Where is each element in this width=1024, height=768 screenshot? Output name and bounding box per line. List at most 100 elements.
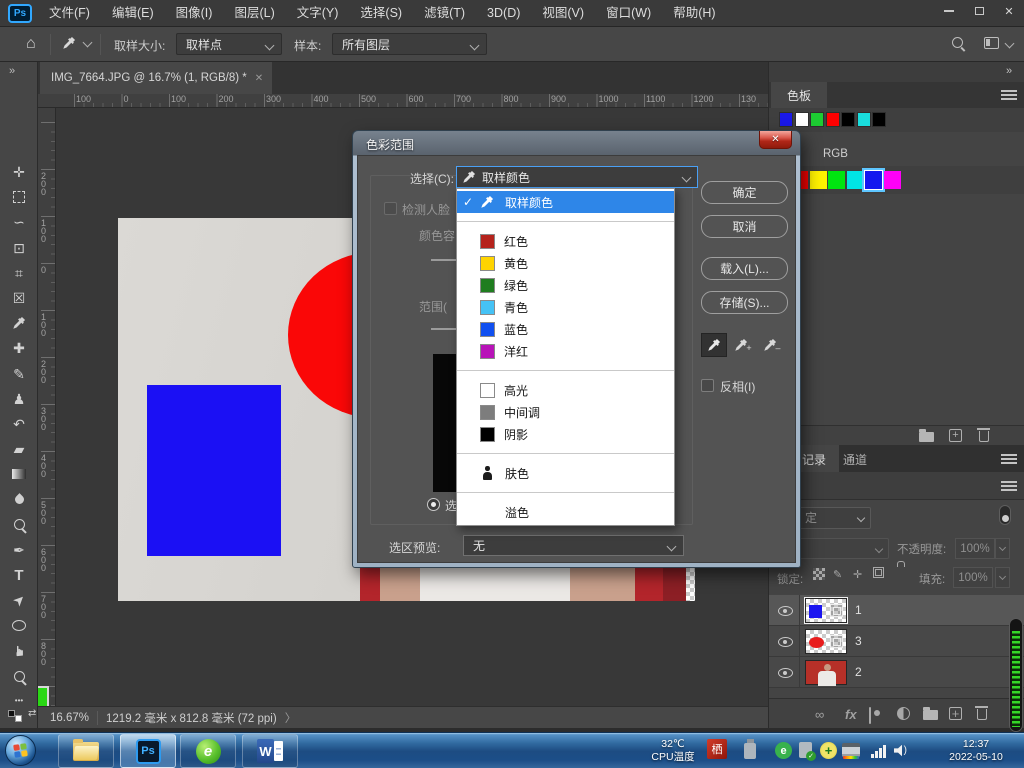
new-group-icon[interactable] (919, 432, 934, 442)
sample-select[interactable]: 所有图层 (332, 33, 487, 55)
brush-tool[interactable]: ✎ (0, 362, 38, 386)
delete-layer-icon[interactable] (977, 709, 987, 720)
lock-position-icon[interactable]: ✛ (853, 568, 862, 581)
color-range-option-青色[interactable]: 青色 (457, 296, 674, 318)
delete-icon[interactable] (979, 431, 989, 442)
layer-effects-icon[interactable]: fx (845, 707, 857, 722)
load-button[interactable]: 载入(L)... (701, 257, 788, 280)
menu-编辑(E)[interactable]: 编辑(E) (101, 0, 165, 27)
adjustment-layer-icon[interactable] (897, 707, 910, 720)
save-button[interactable]: 存储(S)... (701, 291, 788, 314)
layer-thumbnail[interactable] (805, 629, 847, 654)
swatch[interactable] (872, 112, 886, 127)
history-tab-label[interactable]: 记录 (802, 451, 826, 468)
clock[interactable]: 12:37 2022-05-10 (934, 738, 1018, 764)
minimize-button[interactable] (934, 0, 964, 22)
swatch[interactable] (857, 112, 871, 127)
frame-tool[interactable]: ☒ (0, 286, 38, 310)
usb-tray-icon[interactable] (744, 743, 756, 759)
printer-tray-icon[interactable] (842, 743, 860, 757)
menu-图层(L)[interactable]: 图层(L) (223, 0, 285, 27)
zoom-tool[interactable] (0, 664, 38, 688)
menu-3D(D)[interactable]: 3D(D) (476, 0, 531, 27)
panel-menu-icon[interactable] (1001, 90, 1017, 100)
layer-row-3[interactable]: 3 (769, 626, 1024, 657)
menu-图像(I)[interactable]: 图像(I) (165, 0, 224, 27)
type-tool[interactable]: T (0, 563, 38, 587)
eraser-tool[interactable]: ▰ (0, 437, 38, 461)
move-tool[interactable]: ✛ (0, 160, 38, 184)
tab-channels[interactable]: 通道 (843, 451, 867, 468)
zoom-level-field[interactable]: 16.67% (50, 712, 89, 724)
swatch[interactable] (847, 171, 864, 189)
start-button[interactable] (5, 735, 36, 766)
color-range-option-溢色[interactable]: 溢色 (457, 501, 674, 523)
object-selection-tool[interactable]: ⊡ (0, 236, 38, 260)
rectangular-marquee-tool[interactable] (0, 185, 38, 209)
clone-stamp-tool[interactable]: ♟ (0, 387, 38, 411)
maximize-button[interactable] (964, 0, 994, 22)
color-range-option-黄色[interactable]: 黄色 (457, 252, 674, 274)
history-brush-tool[interactable]: ↶ (0, 412, 38, 436)
layer-row-2[interactable]: 2 (769, 657, 1024, 688)
color-range-option-肤色[interactable]: 肤色 (457, 462, 674, 484)
safely-remove-tray-icon[interactable] (799, 742, 812, 758)
select-combo[interactable]: 取样颜色 (456, 166, 698, 188)
ellipse-tool[interactable] (0, 614, 38, 638)
menu-帮助(H)[interactable]: 帮助(H) (662, 0, 726, 27)
search-icon[interactable] (952, 37, 963, 48)
browser-tray-icon[interactable]: e (775, 742, 792, 759)
crop-tool[interactable]: ⌗ (0, 261, 38, 285)
volume-icon[interactable]: ) (894, 744, 907, 757)
swatch[interactable] (826, 112, 840, 127)
blur-tool[interactable] (0, 488, 38, 512)
status-chevron-icon[interactable]: 〉 (285, 710, 297, 726)
network-signal-icon[interactable] (871, 744, 889, 758)
fill-field[interactable]: 100% (953, 567, 993, 588)
swatch[interactable] (795, 112, 809, 127)
selection-preview-select[interactable]: 无 (463, 535, 684, 556)
opacity-field[interactable]: 100% (955, 538, 995, 559)
swatch[interactable] (828, 171, 845, 189)
lock-artboard-icon[interactable] (873, 567, 884, 578)
swatch[interactable] (841, 112, 855, 127)
color-range-option-蓝色[interactable]: 蓝色 (457, 318, 674, 340)
cancel-button[interactable]: 取消 (701, 215, 788, 238)
eyedropper-subtract-button[interactable]: – (759, 333, 785, 357)
taskbar-word-button[interactable]: W (242, 734, 298, 768)
color-range-option-高光[interactable]: 高光 (457, 379, 674, 401)
detect-faces-checkbox[interactable] (384, 202, 397, 215)
color-range-option-中间调[interactable]: 中间调 (457, 401, 674, 423)
link-layers-icon[interactable]: ∞ (815, 707, 824, 722)
layers-filter-select[interactable]: 定 (789, 507, 871, 529)
dodge-tool[interactable] (0, 513, 38, 537)
ok-button[interactable]: 确定 (701, 181, 788, 204)
color-range-option-取样颜色[interactable]: ✓取样颜色 (457, 191, 674, 213)
plus-tray-icon[interactable]: + (820, 742, 837, 759)
lock-pixels-icon[interactable]: ✎ (833, 568, 842, 581)
menu-视图(V)[interactable]: 视图(V) (531, 0, 595, 27)
document-tab[interactable]: IMG_7664.JPG @ 16.7% (1, RGB/8) * ✕ (40, 62, 272, 94)
visibility-eye-icon[interactable] (778, 637, 793, 647)
gradient-tool[interactable] (0, 462, 38, 486)
panel-collapse-icon[interactable]: » (1006, 65, 1012, 77)
new-swatch-icon[interactable]: + (949, 429, 962, 442)
layer-row-1[interactable]: 1 (769, 595, 1024, 626)
lock-transparency-icon[interactable] (813, 568, 825, 580)
toolbar-collapse-icon[interactable]: » (9, 65, 16, 77)
layer-mask-icon[interactable] (869, 707, 871, 724)
swatch[interactable] (810, 171, 827, 189)
taskbar-browser-button[interactable]: e (180, 734, 236, 768)
home-icon[interactable]: ⌂ (26, 35, 36, 53)
dialog-close-button[interactable]: ✕ (759, 131, 792, 149)
eyedropper-tool-icon[interactable] (62, 36, 76, 50)
swatch[interactable] (779, 112, 793, 127)
taskbar-explorer-button[interactable] (58, 734, 114, 768)
fill-dropdown[interactable] (995, 567, 1010, 588)
layer-thumbnail[interactable] (805, 598, 847, 623)
taskbar-photoshop-button[interactable]: Ps (120, 734, 176, 768)
menu-滤镜(T)[interactable]: 滤镜(T) (413, 0, 476, 27)
chevron-down-icon[interactable] (83, 38, 93, 48)
swatch[interactable] (810, 112, 824, 127)
visibility-eye-icon[interactable] (778, 668, 793, 678)
